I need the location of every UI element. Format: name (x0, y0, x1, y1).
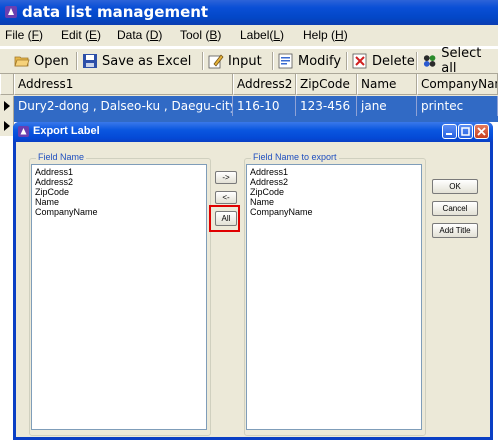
row-pointer-icon[interactable] (0, 96, 14, 116)
menu-tool[interactable]: Tool (B) (180, 28, 221, 42)
menu-file-label: File ( (5, 28, 32, 42)
field-name-list[interactable]: Address1 Address2 ZipCode Name CompanyNa… (31, 164, 207, 430)
list-item[interactable]: ZipCode (35, 187, 203, 197)
main-titlebar: data list management (0, 0, 498, 25)
open-folder-icon (14, 56, 30, 67)
close-button[interactable] (474, 124, 489, 139)
input-label: Input (228, 53, 262, 69)
open-button[interactable]: Open (14, 52, 69, 70)
save-excel-button[interactable]: Save as Excel (82, 52, 191, 70)
list-item[interactable]: Name (35, 197, 203, 207)
menu-help[interactable]: Help (H) (303, 28, 348, 42)
move-left-button[interactable]: <- (215, 191, 237, 204)
grid-corner (0, 74, 14, 95)
menu-label[interactable]: Label(L) (240, 28, 284, 42)
menu-data[interactable]: Data (D) (117, 28, 162, 42)
list-item[interactable]: Address2 (250, 177, 418, 187)
export-label-dialog: Export Label Field Name Address1 Address… (13, 122, 493, 440)
toolbar-separator (202, 52, 204, 70)
toolbar-separator (416, 52, 418, 70)
menu-file[interactable]: File (F) (5, 28, 43, 42)
dialog-app-icon (18, 126, 29, 137)
minimize-icon (446, 133, 452, 135)
list-item[interactable]: Name (250, 197, 418, 207)
menu-data-label: Data ( (117, 28, 150, 42)
export-field-list[interactable]: Address1 Address2 ZipCode Name CompanyNa… (246, 164, 422, 430)
delete-icon (352, 53, 367, 69)
column-header-name[interactable]: Name (357, 74, 417, 95)
menu-file-suffix: ) (39, 28, 44, 42)
cell-name[interactable]: jane (357, 96, 417, 116)
delete-button[interactable]: Delete (352, 52, 415, 70)
menu-help-suffix: ) (343, 28, 348, 42)
export-field-group-label: Field Name to export (251, 152, 339, 162)
delete-label: Delete (372, 53, 415, 69)
list-item[interactable]: Address1 (250, 167, 418, 177)
column-header-zipcode[interactable]: ZipCode (296, 74, 357, 95)
column-header-companyname[interactable]: CompanyName (417, 74, 498, 95)
column-header-address1[interactable]: Address1 (14, 74, 233, 95)
dialog-titlebar: Export Label (13, 122, 493, 142)
menu-tool-suffix: ) (217, 28, 222, 42)
list-item[interactable]: CompanyName (250, 207, 418, 217)
export-field-group: Field Name to export Address1 Address2 Z… (244, 152, 426, 436)
list-item[interactable]: Address1 (35, 167, 203, 177)
maximize-button[interactable] (458, 124, 473, 139)
cancel-button[interactable]: Cancel (432, 201, 478, 216)
dialog-title: Export Label (33, 125, 100, 137)
menu-tool-label: Tool ( (180, 28, 210, 42)
save-disk-icon (83, 54, 97, 68)
field-name-group-label: Field Name (36, 152, 87, 162)
toolbar-separator (76, 52, 78, 70)
menu-file-key: F (31, 28, 40, 42)
list-item[interactable]: Address2 (35, 177, 203, 187)
close-icon (477, 127, 486, 136)
column-header-address2[interactable]: Address2 (233, 74, 296, 95)
modify-label: Modify (298, 53, 342, 69)
cell-address2[interactable]: 116-10 (233, 96, 296, 116)
menu-label-label: Label( (240, 28, 274, 42)
select-all-icon (423, 55, 436, 67)
select-all-button[interactable]: Select all (422, 46, 498, 76)
input-button[interactable]: Input (208, 52, 262, 70)
ok-button[interactable]: OK (432, 179, 478, 194)
row-pointer-icon[interactable] (0, 116, 14, 136)
toolbar-separator (272, 52, 274, 70)
open-label: Open (34, 53, 69, 69)
save-excel-label: Save as Excel (102, 53, 192, 69)
menu-label-suffix: ) (280, 28, 285, 42)
minimize-button[interactable] (442, 124, 457, 139)
menu-edit-label: Edit ( (61, 28, 90, 42)
list-item[interactable]: ZipCode (250, 187, 418, 197)
move-right-button[interactable]: -> (215, 171, 237, 184)
add-title-button[interactable]: Add Title (432, 223, 478, 238)
dialog-body: Field Name Address1 Address2 ZipCode Nam… (16, 142, 490, 437)
menu-edit-suffix: ) (97, 28, 102, 42)
select-all-label: Select all (441, 46, 482, 76)
menu-help-key: H (335, 28, 344, 42)
list-item[interactable]: CompanyName (35, 207, 203, 217)
move-all-button[interactable]: All (215, 211, 237, 226)
modify-button[interactable]: Modify (278, 52, 341, 70)
window-title: data list management (22, 3, 209, 21)
menu-help-label: Help ( (303, 28, 336, 42)
app-icon (5, 6, 17, 18)
modify-icon (278, 53, 293, 69)
cell-address1[interactable]: Dury2-dong , Dalseo-ku , Daegu-city (14, 96, 233, 116)
field-name-group: Field Name Address1 Address2 ZipCode Nam… (29, 152, 211, 436)
maximize-icon (461, 127, 470, 136)
menu-bar: File (F) Edit (E) Data (D) Tool (B) Labe… (0, 25, 498, 46)
cell-companyname[interactable]: printec (417, 96, 498, 116)
grid-header: Address1 Address2 ZipCode Name CompanyNa… (0, 74, 498, 96)
menu-edit-key: E (89, 28, 98, 42)
menu-edit[interactable]: Edit (E) (61, 28, 101, 42)
cell-zipcode[interactable]: 123-456 (296, 96, 357, 116)
input-pencil-icon (208, 54, 224, 69)
menu-data-suffix: ) (158, 28, 163, 42)
table-row[interactable]: Dury2-dong , Dalseo-ku , Daegu-city 116-… (14, 96, 498, 116)
toolbar-separator (346, 52, 348, 70)
toolbar: Open Save as Excel Input Modify Delete S… (0, 46, 498, 76)
